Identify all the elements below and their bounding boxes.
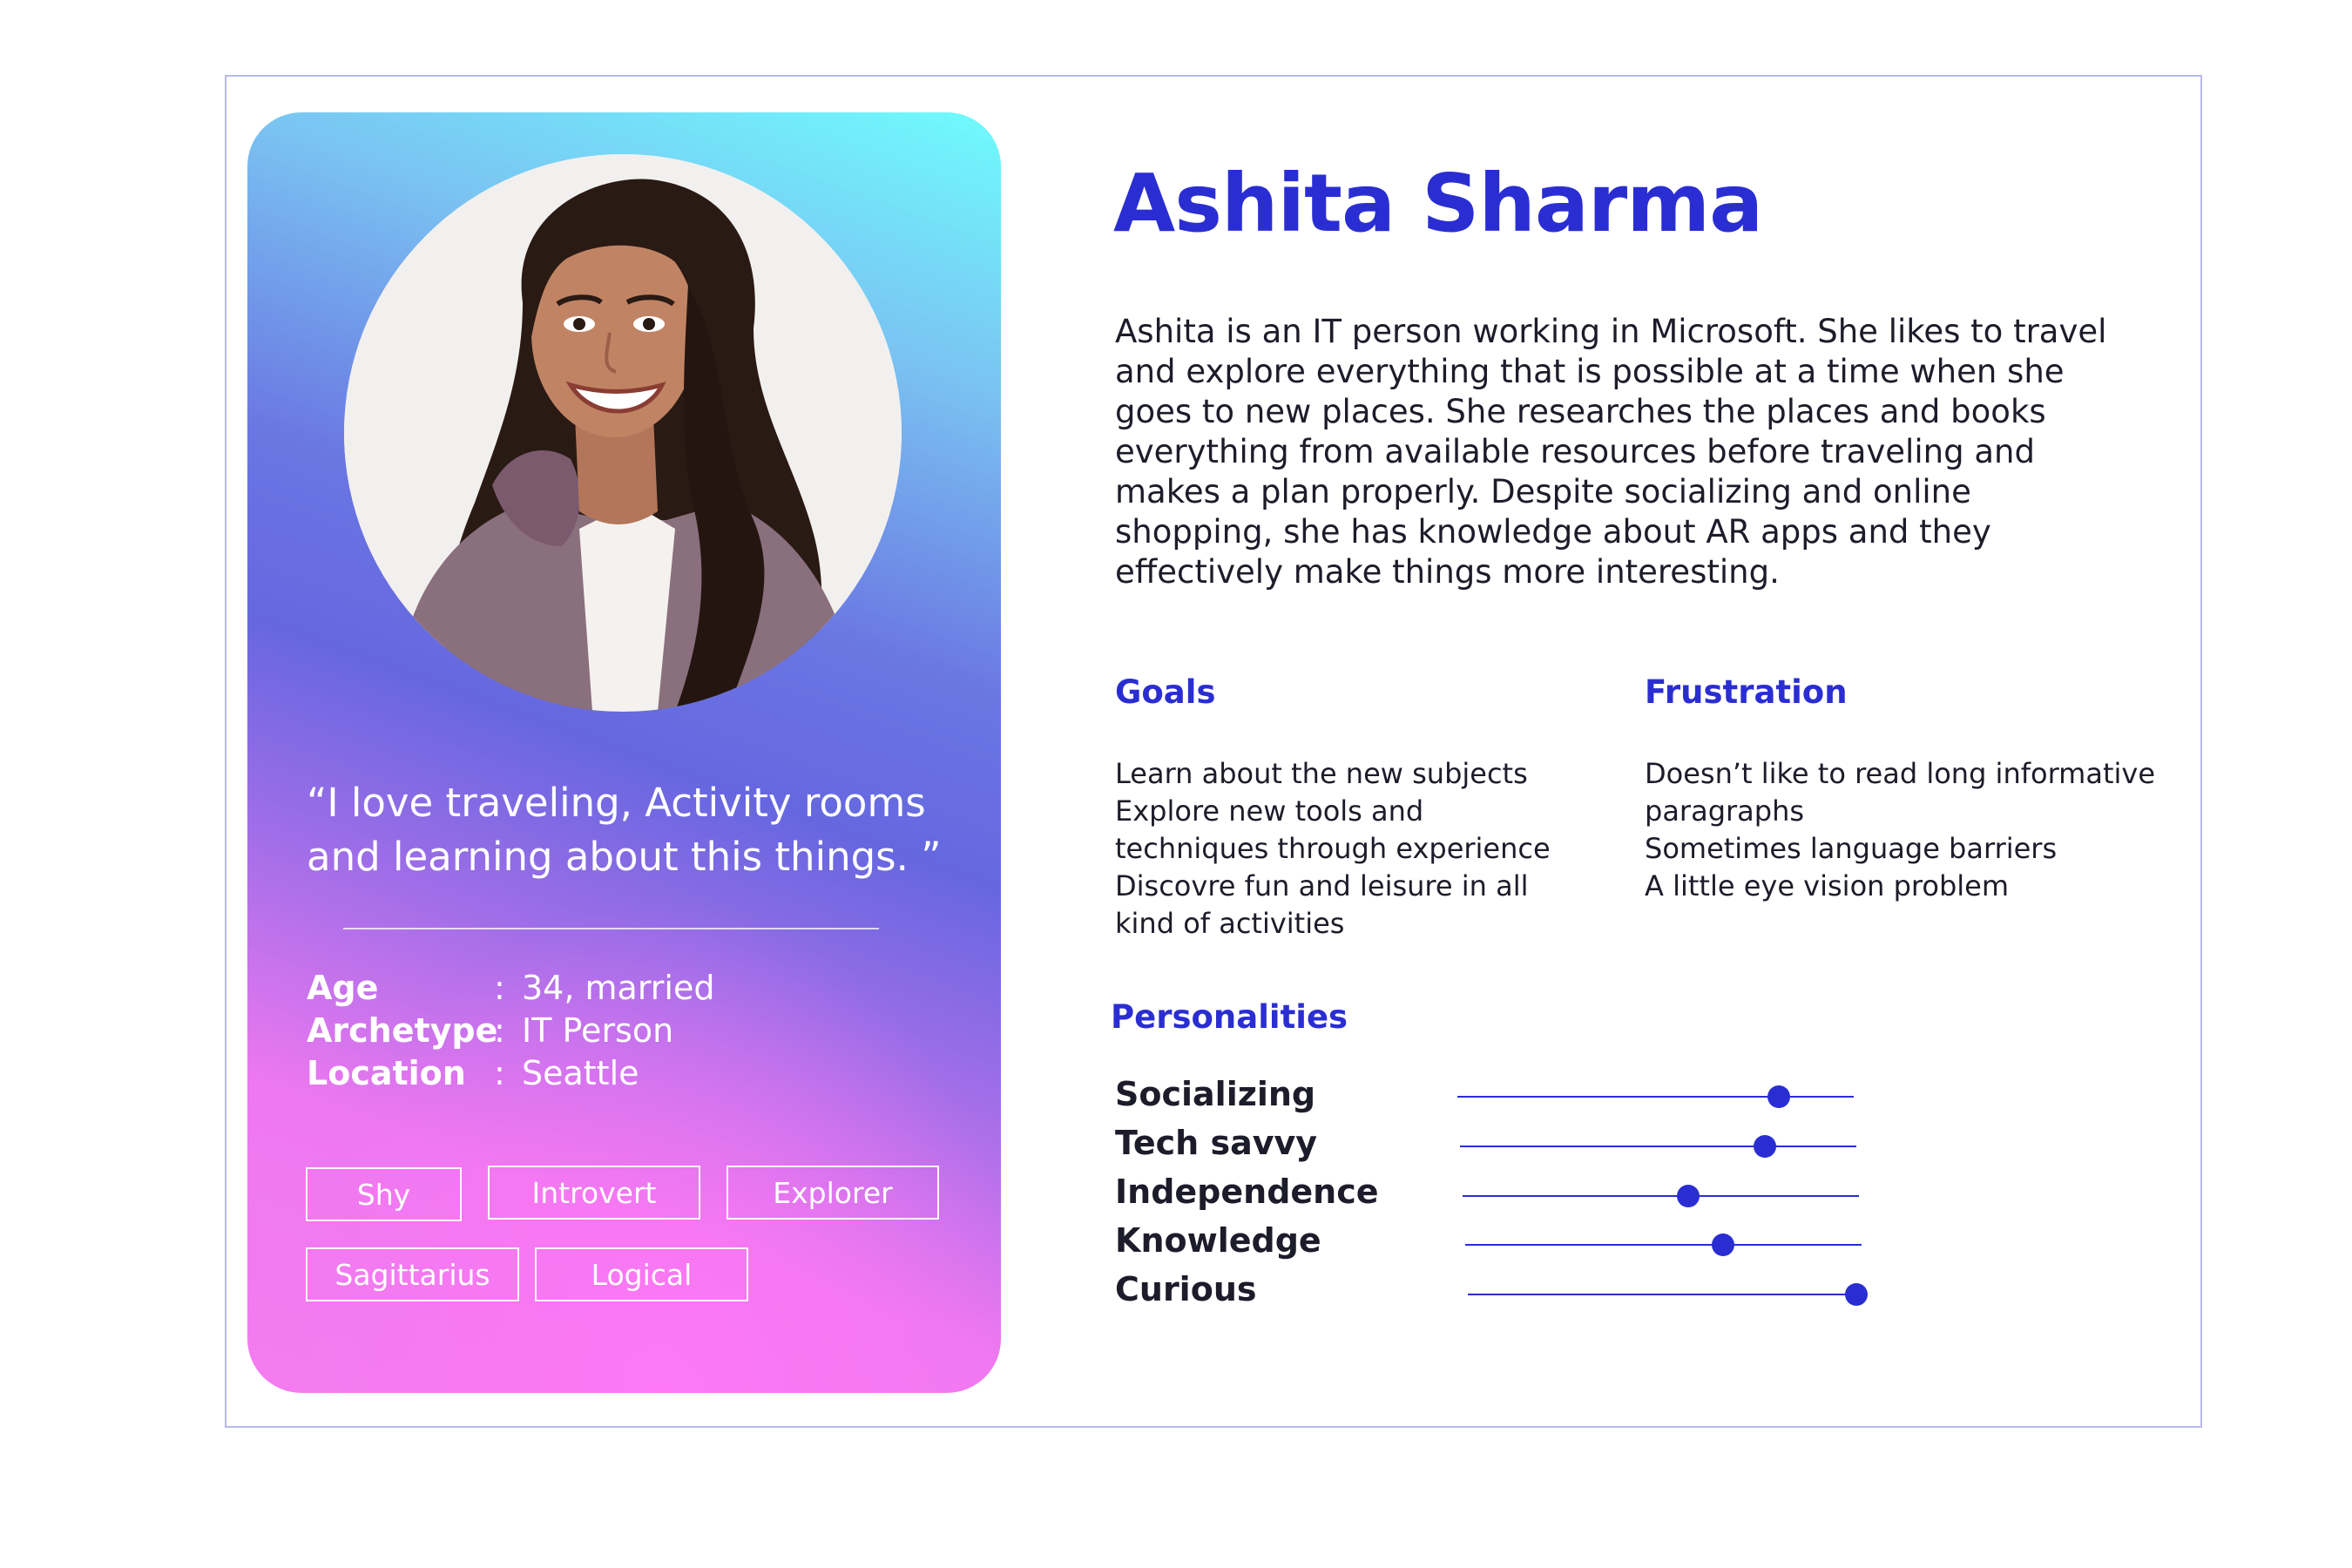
- info-row-location: Location : Seattle: [307, 1051, 714, 1094]
- trait-slider-socializing: [1457, 1085, 1854, 1108]
- trait-label-curious: Curious: [1115, 1270, 1257, 1308]
- info-colon: :: [494, 1053, 505, 1092]
- info-colon: :: [494, 1010, 505, 1050]
- persona-bio: Ashita is an IT person working in Micros…: [1115, 313, 2107, 591]
- persona-card: “I love traveling, Activity rooms and le…: [247, 112, 1001, 1393]
- persona-name: Ashita Sharma: [1113, 157, 1763, 250]
- persona-quote: “I love traveling, Activity rooms and le…: [307, 780, 942, 880]
- frustration-list: Doesn’t like to read long informative pa…: [1645, 755, 2167, 905]
- trait-knob: [1711, 1233, 1734, 1256]
- trait-label-knowledge: Knowledge: [1115, 1221, 1321, 1260]
- tag-shy: Shy: [306, 1167, 462, 1221]
- woman-portrait-photo: [344, 154, 902, 712]
- trait-knob: [1767, 1085, 1790, 1108]
- goals-list: Learn about the new subjects Explore new…: [1115, 755, 1603, 943]
- tag-explorer: Explorer: [727, 1166, 939, 1220]
- goals-line: techniques through experience: [1115, 832, 1551, 865]
- info-key: Archetype: [307, 1010, 498, 1050]
- frustration-title: Frustration: [1645, 673, 1848, 711]
- tag-introvert: Introvert: [488, 1166, 700, 1220]
- trait-label-tech-savvy: Tech savvy: [1115, 1124, 1318, 1162]
- info-key: Location: [307, 1053, 466, 1092]
- personalities-title: Personalities: [1111, 998, 1348, 1036]
- info-row-archetype: Archetype : IT Person: [307, 1009, 714, 1051]
- trait-slider-independence: [1463, 1185, 1859, 1207]
- info-value: 34, married: [522, 968, 715, 1007]
- trait-slider-knowledge: [1465, 1233, 1862, 1256]
- goals-line: Discovre fun and leisure in all: [1115, 869, 1529, 902]
- quote-divider: [343, 928, 879, 929]
- trait-slider-tech-savvy: [1460, 1135, 1856, 1158]
- info-key: Age: [307, 968, 379, 1007]
- info-row-age: Age : 34, married: [307, 966, 714, 1009]
- trait-slider-curious: [1468, 1283, 1868, 1306]
- info-value: Seattle: [522, 1053, 639, 1092]
- trait-label-socializing: Socializing: [1115, 1075, 1316, 1113]
- goals-title: Goals: [1115, 673, 1216, 711]
- persona-info: Age : 34, married Archetype : IT Person …: [307, 966, 714, 1094]
- persona-portrait: [344, 154, 902, 712]
- trait-label-independence: Independence: [1115, 1173, 1379, 1211]
- goals-line: Explore new tools and: [1115, 794, 1424, 828]
- info-value: IT Person: [522, 1010, 674, 1050]
- frustration-line: paragraphs: [1645, 794, 1805, 828]
- frustration-line: Sometimes language barriers: [1645, 832, 2058, 865]
- frustration-line: A little eye vision problem: [1645, 869, 2009, 902]
- tag-logical: Logical: [535, 1247, 748, 1301]
- trait-knob: [1844, 1283, 1868, 1306]
- goals-line: Learn about the new subjects: [1115, 757, 1528, 790]
- frustration-line: Doesn’t like to read long informative: [1645, 757, 2155, 790]
- tag-sagittarius: Sagittarius: [306, 1247, 519, 1301]
- info-colon: :: [494, 968, 505, 1007]
- goals-line: kind of activities: [1115, 907, 1345, 940]
